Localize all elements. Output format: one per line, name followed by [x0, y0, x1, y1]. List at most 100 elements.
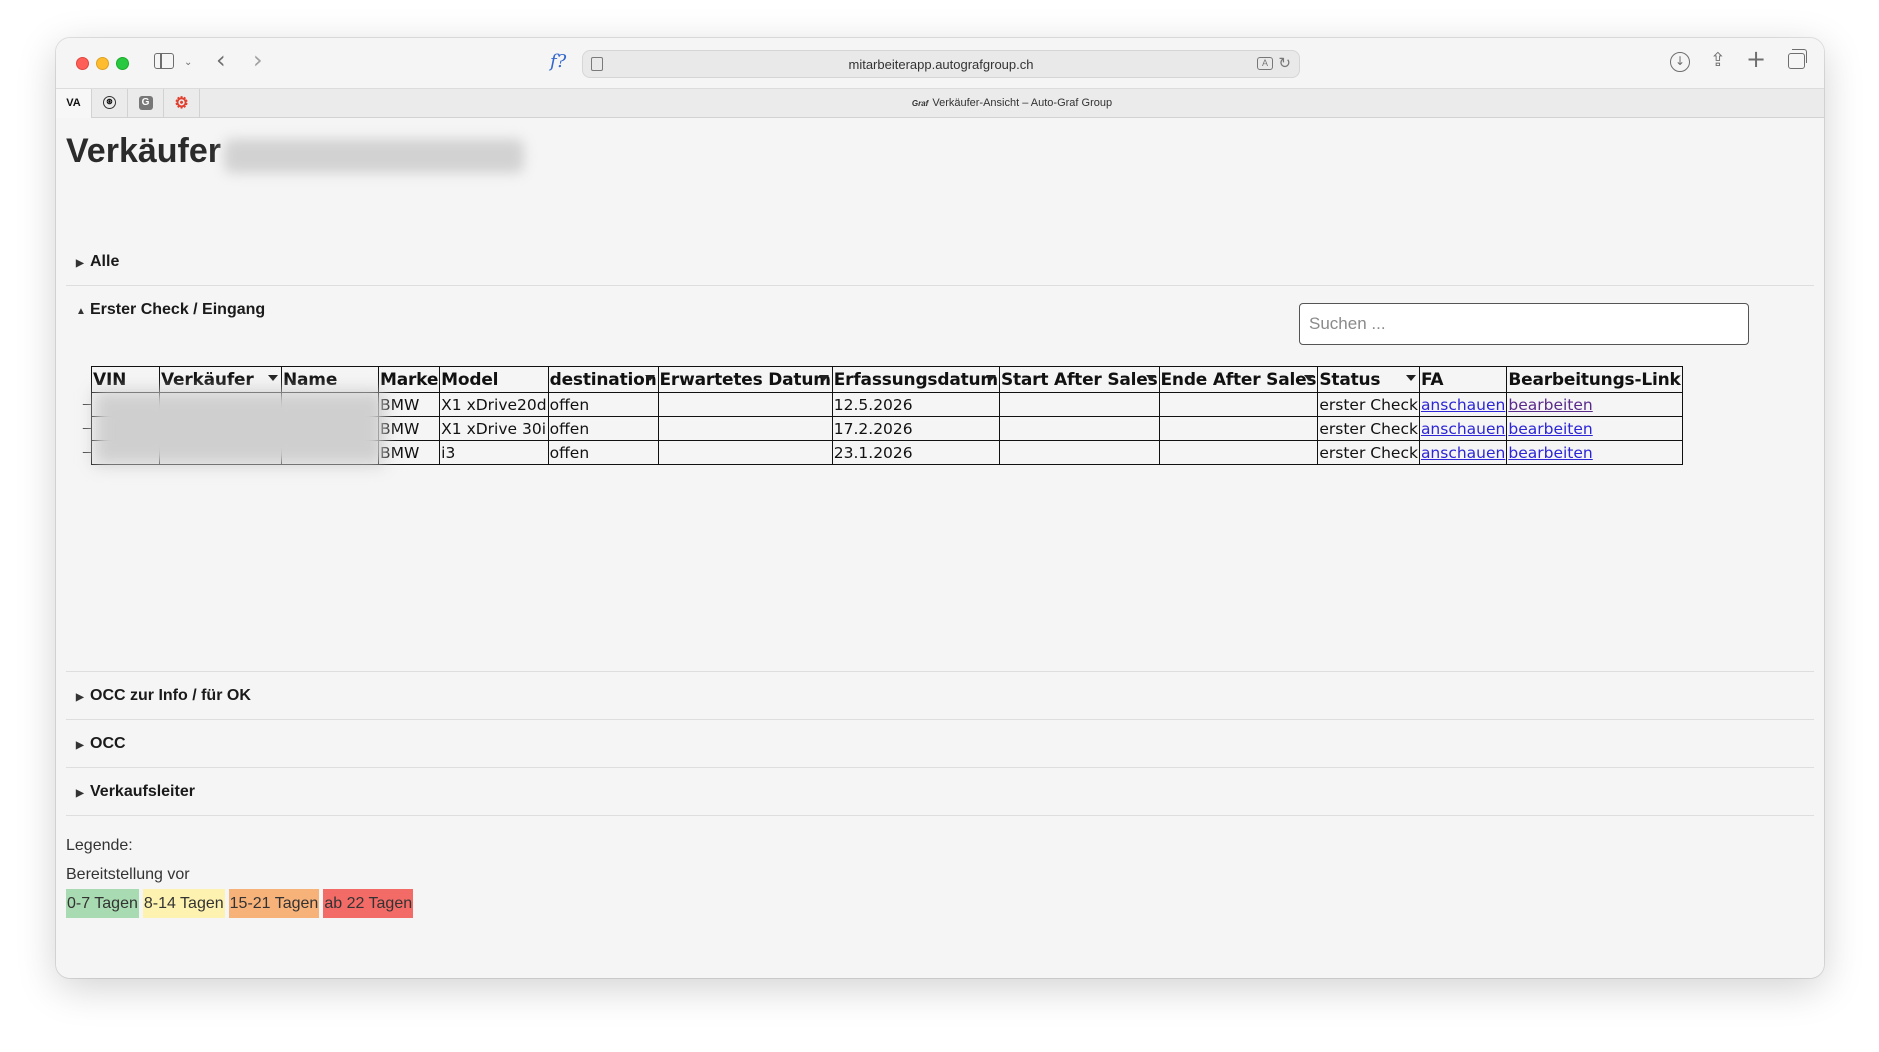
pinned-tab-gear[interactable]: ⚙ [164, 89, 200, 118]
forward-icon[interactable]: › [253, 48, 263, 72]
cell-marke: BMW [377, 416, 441, 441]
bearbeiten-link[interactable]: bearbeiten [1508, 396, 1592, 414]
section-header-alle[interactable]: ▶ Alle [76, 238, 119, 286]
anschauen-link[interactable]: anschauen [1421, 444, 1505, 462]
col-status[interactable]: Status [1317, 366, 1420, 393]
col-erfassungsdatum[interactable]: Erfassungsdatum [831, 366, 1000, 393]
bearbeiten-link[interactable]: bearbeiten [1508, 420, 1592, 438]
extension-fx-icon[interactable]: f? [550, 52, 566, 72]
col-marke[interactable]: Marke [377, 366, 441, 393]
row-marker: _ [83, 389, 91, 405]
bearbeiten-link[interactable]: bearbeiten [1508, 444, 1592, 462]
legend-chips: 0-7 Tagen 8-14 Tagen 15-21 Tagen ab 22 Tage… [66, 889, 417, 918]
share-icon[interactable]: ⇪ [1710, 50, 1726, 70]
dropdown-arrow-icon[interactable] [1304, 375, 1315, 381]
col-name[interactable]: Name [281, 366, 379, 393]
legend: Legende: Bereitstellung vor 0-7 Tagen 8-1… [66, 831, 417, 918]
search-input[interactable] [1299, 303, 1749, 345]
va-logo-icon: VA [66, 97, 81, 109]
dropdown-arrow-icon[interactable] [1405, 375, 1416, 381]
cell-ende-after-sales [1158, 440, 1319, 465]
col-verkaeufer[interactable]: Verkäufer [159, 366, 282, 393]
caret-right-icon: ▶ [76, 258, 84, 269]
close-window-icon[interactable] [76, 57, 89, 70]
section-header-occ[interactable]: ▶ OCC [76, 720, 126, 768]
cell-status: erster Check [1317, 392, 1420, 417]
section-header-occ-info[interactable]: ▶ OCC zur Info / für OK [76, 672, 251, 720]
dropdown-arrow-icon[interactable] [268, 375, 278, 381]
cell-status: erster Check [1317, 416, 1420, 441]
cell-fa: anschauen [1418, 392, 1508, 417]
gear-red-icon: ⚙ [174, 95, 189, 112]
cell-start-after-sales [998, 392, 1160, 417]
chevron-down-icon[interactable]: ⌄ [184, 53, 192, 73]
legend-chip-ab-22: ab 22 Tagen [323, 889, 414, 918]
reload-icon[interactable]: ↻ [1278, 54, 1291, 72]
cell-model: i3 [439, 440, 549, 465]
tab-bar: VA ⊛ G ⚙ Graf Verkäufer-Ansicht – Auto-Gr… [56, 88, 1824, 118]
legend-subtitle: Bereitstellung vor [66, 866, 190, 883]
cell-destination: offen [547, 440, 659, 465]
back-icon[interactable]: ‹ [216, 48, 226, 72]
col-model[interactable]: Model [439, 366, 549, 393]
cell-status: erster Check [1317, 440, 1420, 465]
browser-toolbar: ⌄ ‹ › f? mitarbeiterapp.autografgroup.ch… [56, 38, 1824, 88]
col-vin[interactable]: VIN [91, 366, 160, 393]
cell-ende-after-sales [1158, 416, 1319, 441]
pinned-tab-openai[interactable]: ⊛ [92, 89, 128, 118]
col-erwartetes-datum[interactable]: Erwartetes Datum [657, 366, 833, 393]
cell-bearbeitungs-link: bearbeiten [1506, 440, 1683, 465]
cell-model: X1 xDrive20d [439, 392, 549, 417]
url-text[interactable]: mitarbeiterapp.autografgroup.ch [583, 57, 1299, 72]
active-tab[interactable]: Graf Verkäufer-Ansicht – Auto-Graf Group [200, 89, 1824, 118]
section-header-verkaufsleiter[interactable]: ▶ Verkaufsleiter [76, 768, 195, 816]
minimize-window-icon[interactable] [96, 57, 109, 70]
tab-overview-icon[interactable] [1788, 49, 1807, 69]
downloads-icon[interactable]: ↓ [1670, 52, 1690, 72]
section-occ-info: ▶ OCC zur Info / für OK [66, 672, 1814, 720]
tab-title: Verkäufer-Ansicht – Auto-Graf Group [932, 97, 1113, 109]
section-header-erster-check[interactable]: ▲ Erster Check / Eingang [76, 286, 265, 334]
cell-erfassungsdatum: 17.2.2026 [831, 416, 1000, 441]
caret-right-icon: ▶ [76, 740, 84, 751]
col-destination[interactable]: destination [547, 366, 659, 393]
cell-fa: anschauen [1418, 440, 1508, 465]
sidebar-toggle-icon[interactable] [154, 53, 174, 69]
openai-icon: ⊛ [103, 96, 116, 109]
col-ende-after-sales[interactable]: Ende After Sales [1158, 366, 1319, 393]
address-bar[interactable]: mitarbeiterapp.autografgroup.ch A ↻ [582, 50, 1300, 78]
cell-start-after-sales [998, 440, 1160, 465]
col-start-after-sales[interactable]: Start After Sales [998, 366, 1160, 393]
dropdown-arrow-icon[interactable] [644, 375, 655, 381]
translate-icon[interactable]: A [1257, 57, 1273, 70]
caret-down-icon: ▲ [76, 306, 86, 317]
cell-erwartetes-datum [657, 392, 833, 417]
graf-favicon-icon: Graf [911, 99, 929, 108]
blurred-user-name [224, 139, 524, 173]
legend-title: Legende: [66, 837, 133, 854]
cell-start-after-sales [998, 416, 1160, 441]
cell-marke: BMW [377, 392, 441, 417]
cell-destination: offen [547, 392, 659, 417]
pinned-tab-g[interactable]: G [128, 89, 164, 118]
cell-erfassungsdatum: 12.5.2026 [831, 392, 1000, 417]
col-fa[interactable]: FA [1418, 366, 1508, 393]
anschauen-link[interactable]: anschauen [1421, 396, 1505, 414]
blurred-personal-data [94, 391, 384, 465]
zoom-window-icon[interactable] [116, 57, 129, 70]
cell-erfassungsdatum: 23.1.2026 [831, 440, 1000, 465]
anschauen-link[interactable]: anschauen [1421, 420, 1505, 438]
legend-chip-0-7: 0-7 Tagen [66, 889, 139, 918]
dropdown-arrow-icon[interactable] [1145, 375, 1156, 381]
row-marker: _ [83, 437, 91, 453]
col-bearbeitungs-link[interactable]: Bearbeitungs-Link [1506, 366, 1683, 393]
dropdown-arrow-icon[interactable] [985, 375, 996, 381]
new-tab-icon[interactable]: + [1746, 47, 1766, 71]
caret-right-icon: ▶ [76, 788, 84, 799]
pinned-tab-va[interactable]: VA [56, 89, 92, 118]
dropdown-arrow-icon[interactable] [818, 375, 829, 381]
browser-window: ⌄ ‹ › f? mitarbeiterapp.autografgroup.ch… [56, 38, 1824, 978]
section-alle: ▶ Alle [66, 238, 1814, 286]
cell-erwartetes-datum [657, 416, 833, 441]
cell-destination: offen [547, 416, 659, 441]
